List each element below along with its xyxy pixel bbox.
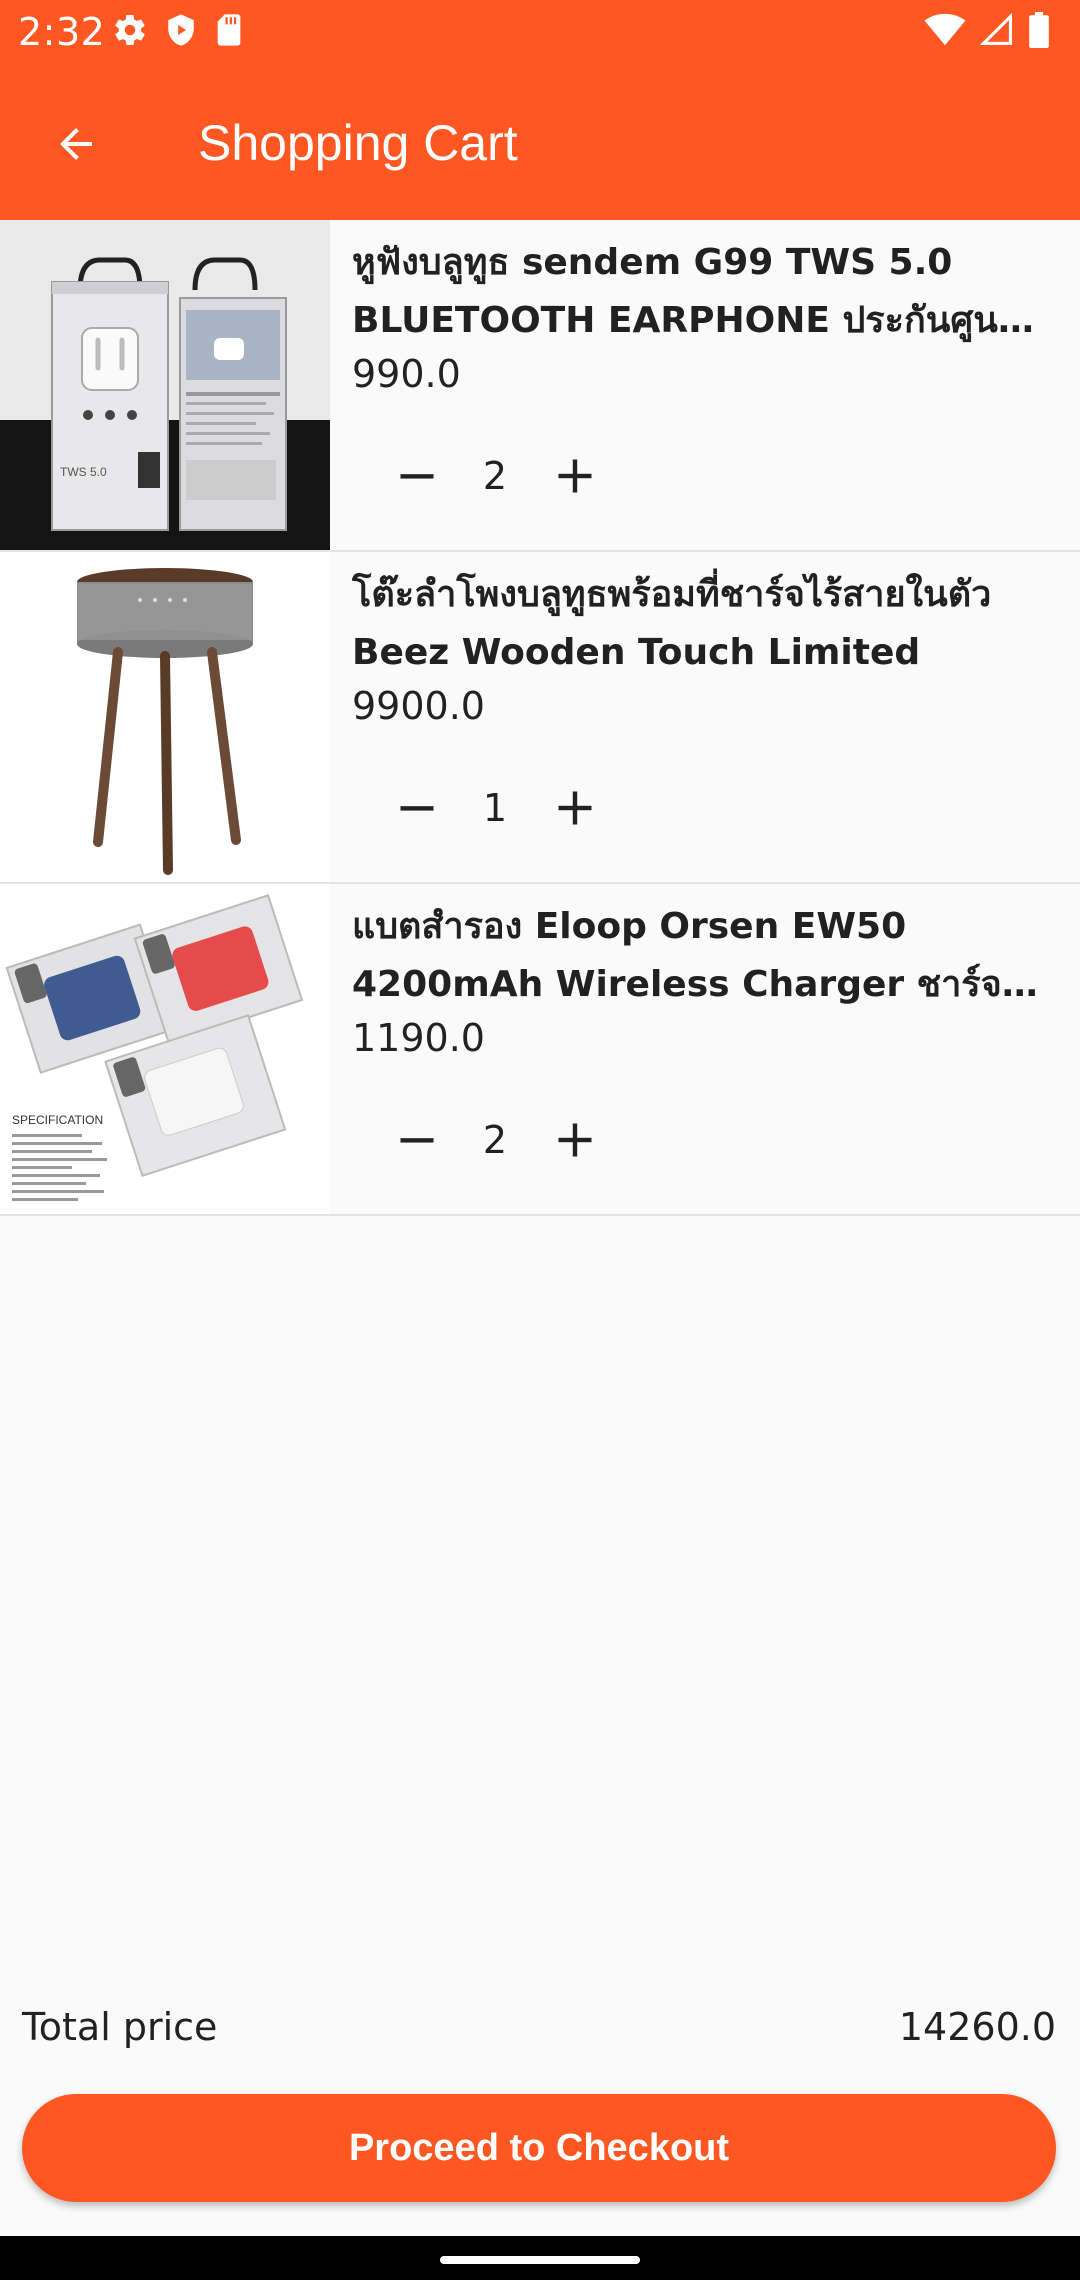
status-time: 2:32 bbox=[18, 10, 106, 54]
page-title: Shopping Cart bbox=[198, 115, 518, 171]
sd-card-icon bbox=[217, 14, 241, 46]
cart-item[interactable]: โต๊ะลำโพงบลูทูธพร้อมที่ชาร์จไร้สายในตัว … bbox=[0, 552, 1080, 884]
product-price: 990.0 bbox=[352, 352, 461, 396]
product-price: 1190.0 bbox=[352, 1016, 485, 1060]
shield-icon bbox=[168, 14, 194, 46]
cart-list: TWS 5.0 หูฟังบลูทูธ sendem G99 TWS 5.0 B… bbox=[0, 220, 1080, 1216]
settings-icon bbox=[115, 15, 145, 46]
minus-icon bbox=[400, 806, 434, 811]
decrease-quantity-button[interactable] bbox=[382, 773, 452, 843]
increase-quantity-button[interactable] bbox=[540, 773, 610, 843]
back-button[interactable] bbox=[40, 108, 112, 180]
product-image-speaker-table[interactable] bbox=[0, 552, 330, 882]
svg-text:TWS 5.0: TWS 5.0 bbox=[60, 465, 107, 479]
arrow-left-icon bbox=[60, 128, 92, 160]
product-name[interactable]: หูฟังบลูทูธ sendem G99 TWS 5.0 BLUETOOTH… bbox=[352, 234, 1052, 350]
status-left-icons bbox=[112, 12, 244, 48]
cart-item[interactable]: SPECIFICATION แบตสำรอง Eloop Orsen EW50 … bbox=[0, 884, 1080, 1216]
quantity-value: 1 bbox=[482, 786, 508, 830]
quantity-value: 2 bbox=[482, 454, 508, 498]
plus-icon bbox=[558, 459, 592, 493]
quantity-value: 2 bbox=[482, 1118, 508, 1162]
battery-icon bbox=[1029, 12, 1049, 48]
minus-icon bbox=[400, 1138, 434, 1143]
increase-quantity-button[interactable] bbox=[540, 1105, 610, 1175]
product-name[interactable]: แบตสำรอง Eloop Orsen EW50 4200mAh Wirele… bbox=[352, 898, 1052, 1014]
checkout-button[interactable]: Proceed to Checkout bbox=[22, 2094, 1056, 2202]
minus-icon bbox=[400, 474, 434, 479]
plus-icon bbox=[558, 791, 592, 825]
product-name[interactable]: โต๊ะลำโพงบลูทูธพร้อมที่ชาร์จไร้สายในตัว … bbox=[352, 566, 1052, 682]
navigation-bar bbox=[0, 2236, 1080, 2280]
plus-icon bbox=[558, 1123, 592, 1157]
home-gesture-handle[interactable] bbox=[440, 2256, 640, 2264]
app-bar: Shopping Cart bbox=[0, 66, 1080, 220]
total-price-value: 14260.0 bbox=[898, 2005, 1056, 2049]
product-image-earbuds[interactable]: TWS 5.0 bbox=[0, 220, 330, 550]
decrease-quantity-button[interactable] bbox=[382, 1105, 452, 1175]
increase-quantity-button[interactable] bbox=[540, 441, 610, 511]
total-price-label: Total price bbox=[22, 2005, 218, 2049]
wifi-icon bbox=[924, 13, 966, 46]
svg-text:SPECIFICATION: SPECIFICATION bbox=[12, 1113, 103, 1127]
product-image-powerbank[interactable]: SPECIFICATION bbox=[0, 884, 330, 1214]
product-price: 9900.0 bbox=[352, 684, 485, 728]
status-right-icons bbox=[924, 12, 1050, 48]
decrease-quantity-button[interactable] bbox=[382, 441, 452, 511]
signal-icon bbox=[980, 13, 1013, 46]
cart-item[interactable]: TWS 5.0 หูฟังบลูทูธ sendem G99 TWS 5.0 B… bbox=[0, 220, 1080, 552]
status-bar: 2:32 bbox=[0, 0, 1080, 66]
